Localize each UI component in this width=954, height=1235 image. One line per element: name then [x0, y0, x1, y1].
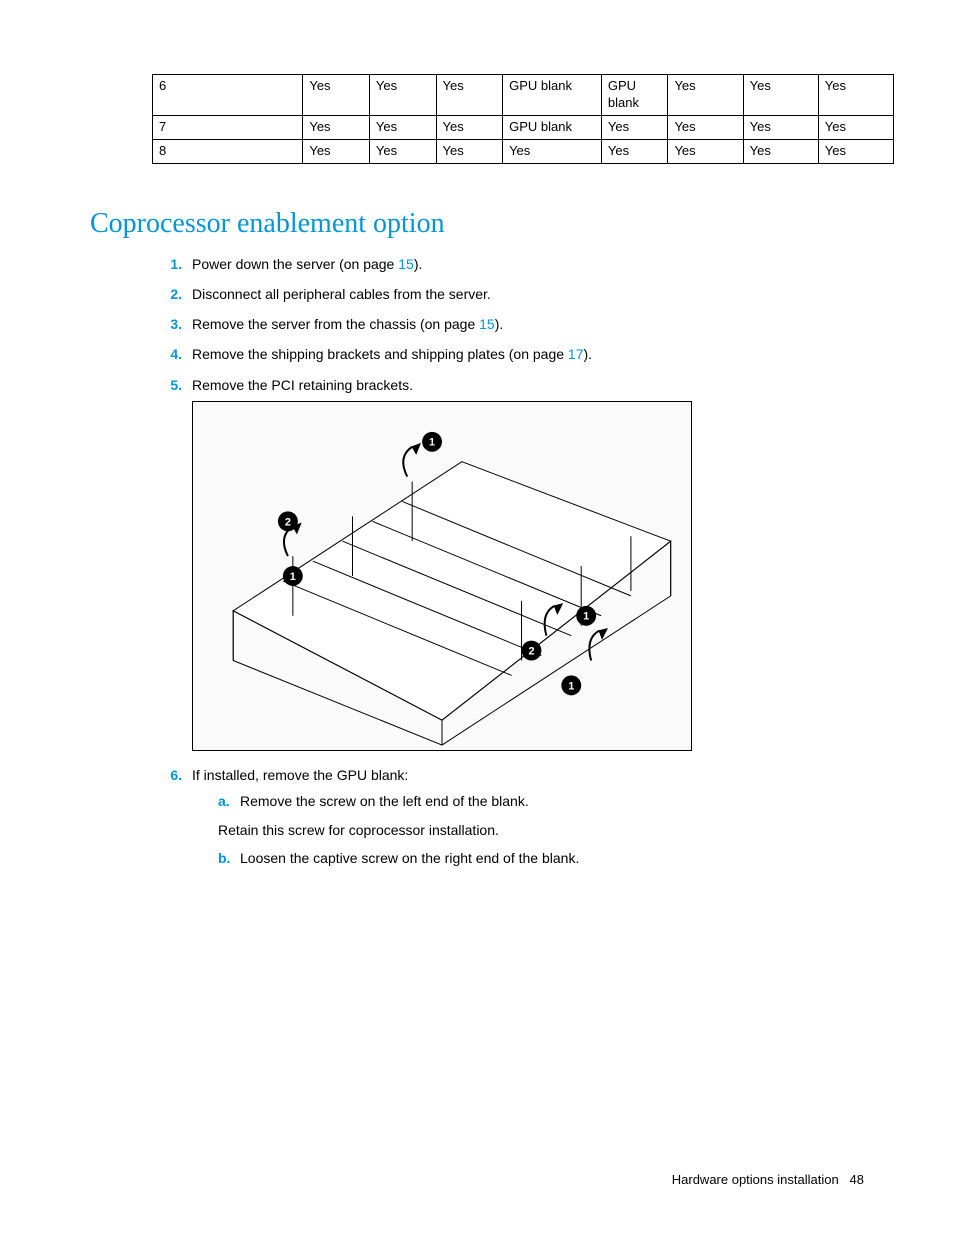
step-3-text: Remove the server from the chassis (on p… — [192, 316, 503, 332]
step-6-text: If installed, remove the GPU blank: — [192, 767, 408, 783]
table-cell: Yes — [436, 75, 503, 116]
table-cell: 8 — [153, 139, 303, 163]
table-cell: Yes — [601, 139, 668, 163]
table-cell: Yes — [743, 139, 818, 163]
section-heading: Coprocessor enablement option — [90, 208, 864, 240]
table-cell: GPU blank — [503, 115, 602, 139]
table-cell: Yes — [303, 139, 370, 163]
retain-note: Retain this screw for coprocessor instal… — [218, 820, 864, 840]
table-cell: GPU blank — [503, 75, 602, 116]
page-ref-link[interactable]: 15 — [479, 316, 495, 332]
step-2-text: Disconnect all peripheral cables from th… — [192, 286, 491, 302]
table-cell: Yes — [303, 75, 370, 116]
pci-bracket-diagram: 1 1 1 1 2 2 — [192, 401, 692, 751]
step-5-text: Remove the PCI retaining brackets. — [192, 377, 413, 393]
page-ref-link[interactable]: 15 — [398, 256, 414, 272]
footer-section-label: Hardware options installation — [672, 1172, 839, 1187]
server-chassis-illustration: 1 1 1 1 2 2 — [193, 402, 691, 750]
table-cell: Yes — [303, 115, 370, 139]
step-3: 3. Remove the server from the chassis (o… — [152, 314, 864, 334]
substep-a-text: Remove the screw on the left end of the … — [240, 793, 529, 809]
table-row: 6YesYesYesGPU blankGPU blankYesYesYes — [153, 75, 894, 116]
step-6: 6. If installed, remove the GPU blank: a… — [152, 765, 864, 868]
substep-b: b. Loosen the captive screw on the right… — [218, 848, 864, 868]
step-2: 2. Disconnect all peripheral cables from… — [152, 284, 864, 304]
table-cell: Yes — [369, 115, 436, 139]
table-cell: 6 — [153, 75, 303, 116]
substep-b-text: Loosen the captive screw on the right en… — [240, 850, 579, 866]
substep-a: a. Remove the screw on the left end of t… — [218, 791, 864, 811]
svg-text:1: 1 — [568, 680, 574, 692]
step-4: 4. Remove the shipping brackets and ship… — [152, 344, 864, 364]
page-ref-link[interactable]: 17 — [568, 346, 584, 362]
table-cell: Yes — [436, 115, 503, 139]
table-cell: Yes — [369, 75, 436, 116]
table-cell: Yes — [668, 115, 743, 139]
table-cell: Yes — [818, 139, 893, 163]
table-cell: Yes — [668, 75, 743, 116]
step-1: 1. Power down the server (on page 15). — [152, 254, 864, 274]
table-cell: GPU blank — [601, 75, 668, 116]
table-cell: Yes — [369, 139, 436, 163]
config-table: 6YesYesYesGPU blankGPU blankYesYesYes7Ye… — [152, 74, 864, 164]
table-cell: Yes — [818, 75, 893, 116]
page-footer: Hardware options installation 48 — [672, 1172, 864, 1187]
svg-text:1: 1 — [583, 611, 589, 623]
step-5: 5. Remove the PCI retaining brackets. — [152, 375, 864, 751]
step-1-text: Power down the server (on page 15). — [192, 256, 422, 272]
table-row: 8YesYesYesYesYesYesYesYes — [153, 139, 894, 163]
table-row: 7YesYesYesGPU blankYesYesYesYes — [153, 115, 894, 139]
svg-text:1: 1 — [290, 571, 296, 583]
table-cell: Yes — [601, 115, 668, 139]
svg-text:2: 2 — [285, 516, 291, 528]
svg-text:1: 1 — [429, 437, 435, 449]
table-cell: Yes — [818, 115, 893, 139]
table-cell: Yes — [436, 139, 503, 163]
table-cell: Yes — [743, 75, 818, 116]
table-cell: Yes — [668, 139, 743, 163]
footer-page-number: 48 — [850, 1172, 864, 1187]
svg-text:2: 2 — [528, 646, 534, 658]
step-4-text: Remove the shipping brackets and shippin… — [192, 346, 592, 362]
table-cell: 7 — [153, 115, 303, 139]
table-cell: Yes — [743, 115, 818, 139]
table-cell: Yes — [503, 139, 602, 163]
